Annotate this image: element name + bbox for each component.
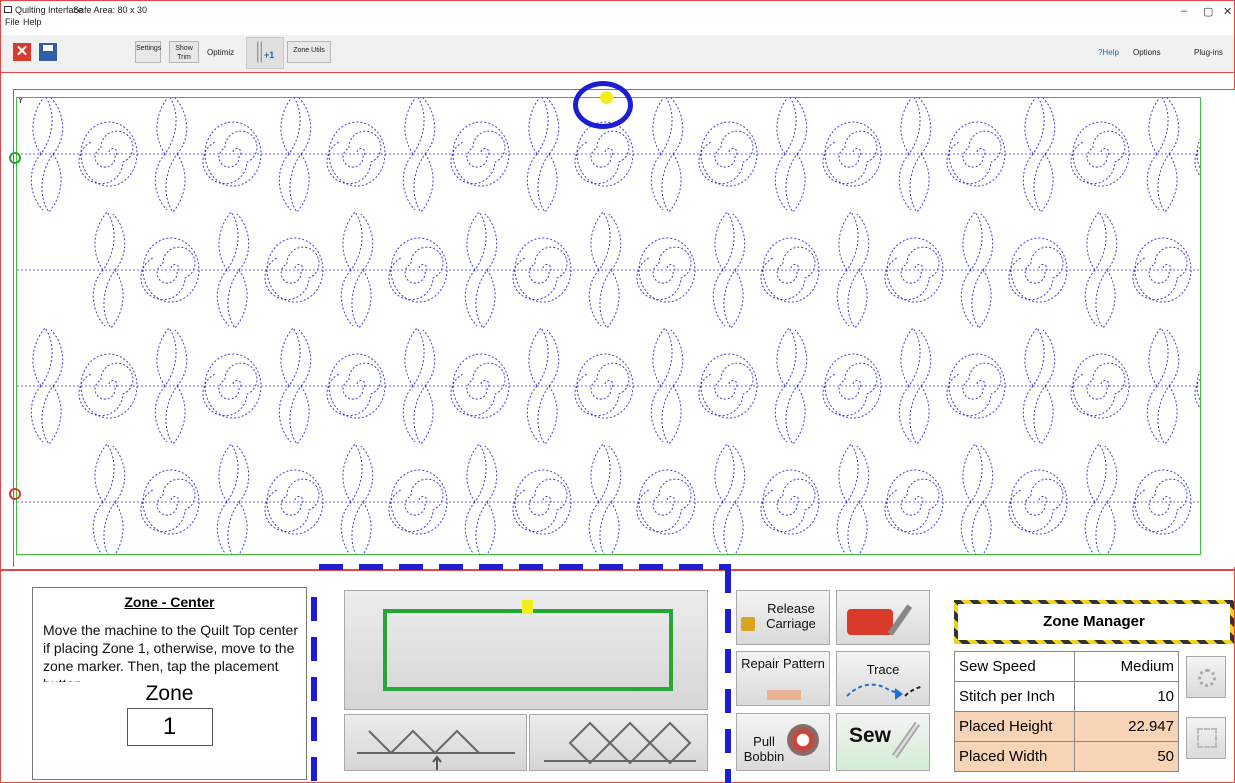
zone-utils-label: Zone Utils <box>293 47 325 54</box>
plugins-button[interactable]: Plug-ins <box>1194 48 1223 57</box>
table-row: Stitch per Inch 10 <box>954 681 1179 712</box>
sew-label: Sew <box>848 724 892 747</box>
sew-button[interactable]: Sew <box>836 713 930 771</box>
pull-bobbin-button[interactable]: Pull Bobbin <box>736 713 830 771</box>
table-row: Sew Speed Medium <box>954 651 1179 682</box>
trace-label: Trace <box>866 662 900 677</box>
trace-button[interactable]: Trace <box>836 651 930 706</box>
annotation-dash-right <box>725 569 731 783</box>
minimize-button[interactable]: – <box>1181 5 1187 17</box>
help-button[interactable]: ?Help <box>1098 48 1119 57</box>
stitch-per-inch-value[interactable]: 10 <box>1074 681 1179 712</box>
sew-speed-value[interactable]: Medium <box>1074 651 1179 682</box>
safe-area-label: Safe Area: 80 x 30 <box>73 5 148 15</box>
repair-pattern-label: Repair Pattern <box>741 656 825 671</box>
toolbox-icon <box>847 609 893 635</box>
zone-manager-header[interactable]: Zone Manager <box>954 600 1234 644</box>
quilt-pattern <box>17 95 1235 561</box>
zone-utils-button[interactable]: Zone Utils <box>287 41 331 63</box>
window-close-button[interactable]: ✕ <box>1223 5 1232 18</box>
show-trim-label: Show Trim <box>175 45 193 61</box>
quilt-top-area[interactable] <box>16 95 1235 561</box>
zone-panel-title: Zone - Center <box>124 594 215 610</box>
placed-width-label: Placed Width <box>954 741 1075 772</box>
table-row: Placed Height 22.947 <box>954 711 1179 742</box>
pattern-align-bottom-button[interactable] <box>344 714 527 771</box>
pattern-align-bottom-icon <box>357 729 515 770</box>
app-window: Quilting Interface Safe Area: 80 x 30 Fi… <box>0 0 1235 783</box>
pattern-center-icon <box>544 721 696 765</box>
optimize-button[interactable]: Optimiz <box>207 48 234 57</box>
show-trim-button[interactable]: Show Trim <box>169 41 199 63</box>
title-bar: Quilting Interface Safe Area: 80 x 30 Fi… <box>1 1 1234 27</box>
table-row: Placed Width 50 <box>954 741 1179 772</box>
app-icon <box>4 6 12 13</box>
restore-button[interactable]: ▢ <box>1203 5 1213 18</box>
bandage-icon <box>767 690 801 700</box>
zone-manager-title: Zone Manager <box>1043 613 1145 630</box>
close-icon[interactable]: ✕ <box>13 43 31 61</box>
zone-label: Zone <box>145 682 194 705</box>
placed-height-value[interactable]: 22.947 <box>1074 711 1179 742</box>
needle-advance-button[interactable]: +1 <box>246 37 284 69</box>
release-carriage-button[interactable]: Release Carriage <box>736 590 830 645</box>
gear-icon <box>1198 669 1216 687</box>
tools-button[interactable] <box>836 590 930 645</box>
options-button[interactable]: Options <box>1133 48 1161 57</box>
end-marker[interactable] <box>9 488 21 500</box>
release-carriage-label: Release Carriage <box>766 601 816 631</box>
needle-icon <box>892 721 920 759</box>
needle-advance-label: +1 <box>264 50 275 60</box>
toolbar: ✕ Settings Show Trim Optimiz +1 Zone Uti… <box>1 35 1234 73</box>
expand-icon <box>1197 728 1217 748</box>
pattern-center-button[interactable] <box>529 714 708 771</box>
zone-settings-button[interactable] <box>1186 656 1226 698</box>
zone-instruction-panel: Zone - Center Move the machine to the Qu… <box>32 587 307 780</box>
zone-resize-button[interactable] <box>1186 717 1226 759</box>
sew-speed-label: Sew Speed <box>954 651 1075 682</box>
zone-target-highlight <box>573 81 633 129</box>
placed-height-label: Placed Height <box>954 711 1075 742</box>
zone-marker-dot[interactable] <box>600 91 613 104</box>
annotation-dash-left <box>311 597 317 783</box>
menu-help[interactable]: Help <box>23 17 42 27</box>
zone-number-field[interactable]: 1 <box>126 708 213 746</box>
annotation-dash-top <box>319 564 731 570</box>
zone-placement-rectangle <box>383 609 673 691</box>
zone-panel-description: Move the machine to the Quilt Top center… <box>43 622 298 682</box>
placement-handle-icon <box>522 600 533 614</box>
pull-bobbin-label: Pull Bobbin <box>743 734 785 764</box>
placed-width-value[interactable]: 50 <box>1074 741 1179 772</box>
placement-button[interactable] <box>344 590 708 710</box>
settings-label: Settings <box>136 45 162 52</box>
menu-file[interactable]: File <box>5 17 20 27</box>
bobbin-icon <box>787 724 819 756</box>
start-marker[interactable] <box>9 152 21 164</box>
needle-icon <box>257 41 262 63</box>
zone-manager-table: Sew Speed Medium Stitch per Inch 10 Plac… <box>954 651 1179 772</box>
stitch-per-inch-label: Stitch per Inch <box>954 681 1075 712</box>
settings-button[interactable]: Settings <box>135 41 161 63</box>
repair-pattern-button[interactable]: Repair Pattern <box>736 651 830 706</box>
trace-path-icon <box>846 683 924 700</box>
save-icon[interactable] <box>39 43 57 61</box>
